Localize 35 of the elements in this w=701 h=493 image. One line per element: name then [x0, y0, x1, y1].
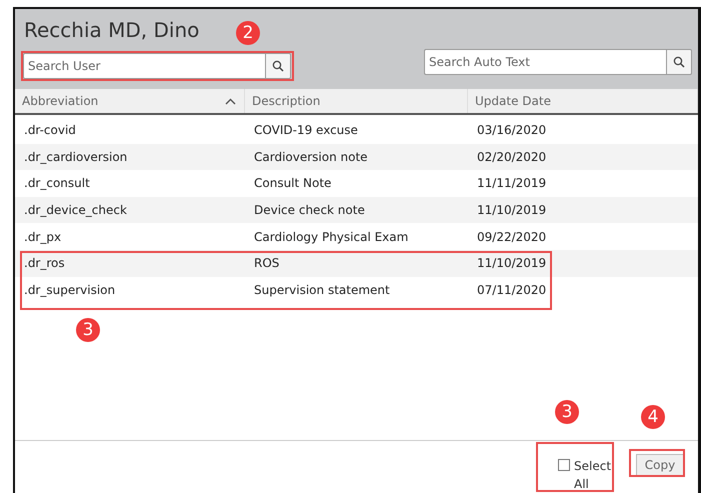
table-cell-text: 02/20/2020	[476, 150, 548, 164]
table-cell-text: Consult Note	[253, 176, 332, 190]
search-icon	[673, 56, 685, 68]
table-cell-text: Supervision statement	[253, 282, 391, 297]
table-cell-text: 11/10/2019	[476, 203, 548, 218]
table-cell-text: 07/11/2020	[476, 282, 548, 297]
checkbox[interactable]	[558, 459, 570, 471]
table-cell-text: 09/22/2020	[476, 230, 548, 244]
search-icon	[272, 60, 284, 72]
checkbox-label[interactable]: Select All	[574, 457, 620, 493]
table-cell-text: 03/16/2020	[476, 123, 548, 138]
search-button[interactable]	[666, 49, 692, 75]
table-cell-text: .dr_cardioversion	[23, 150, 128, 164]
copy-button[interactable]: Copy	[636, 454, 684, 476]
search-button[interactable]	[265, 53, 291, 79]
table-cell-text: 11/11/2019	[476, 176, 548, 190]
search-field[interactable]: Search User	[23, 53, 265, 79]
column-header[interactable]: Update Date	[468, 89, 698, 113]
table-cell-text: .dr_consult	[23, 176, 91, 190]
column-header[interactable]: Description	[245, 89, 468, 113]
table-cell-text: .dr_ros	[23, 256, 66, 270]
table-cell-text: Cardioversion note	[253, 150, 369, 164]
table-cell-text: .dr-covid	[23, 123, 77, 138]
table-cell-text: Cardiology Physical Exam	[253, 230, 410, 244]
table-cell-text: .dr_device_check	[23, 203, 128, 218]
table-cell-text: .dr_px	[23, 230, 62, 244]
table-cell-text: Device check note	[253, 203, 366, 218]
table-cell-text: COVID-19 excuse	[253, 123, 359, 138]
table-cell-text: .dr_supervision	[23, 282, 116, 297]
column-header[interactable]: Abbreviation	[15, 89, 245, 113]
highlight-frame	[629, 449, 685, 477]
table-cell-text: 11/10/2019	[476, 256, 548, 270]
table-cell-text: ROS	[253, 256, 280, 270]
window-title: Recchia MD, Dino	[24, 17, 200, 43]
search-field[interactable]: Search Auto Text	[424, 49, 666, 75]
